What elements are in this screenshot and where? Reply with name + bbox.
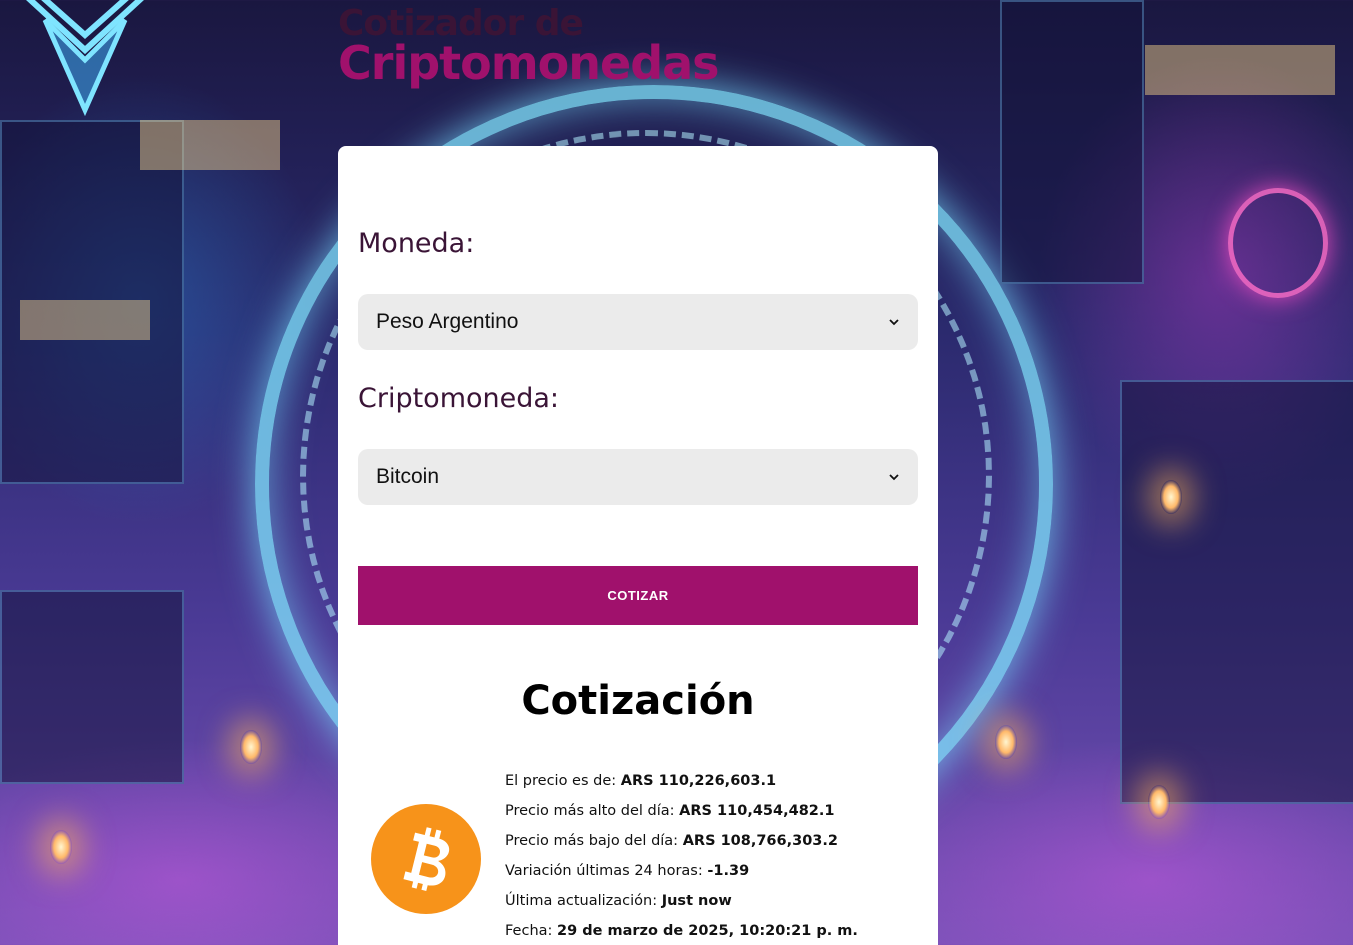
result-row-label: El precio es de: [505, 773, 621, 789]
currency-selected-value: Peso Argentino [376, 310, 519, 333]
background-building [1120, 380, 1353, 804]
result-row-price: El precio es de: ARS 110,226,603.1 [505, 766, 858, 796]
currency-select[interactable]: Peso Argentino [358, 294, 918, 350]
result-row-value: ARS 108,766,303.2 [682, 833, 838, 849]
result-row-high: Precio más alto del día: ARS 110,454,482… [505, 796, 858, 826]
chevron-down-icon [889, 474, 899, 481]
result-row-value: 29 de marzo de 2025, 10:20:21 p. m. [557, 923, 858, 939]
background-window [140, 120, 280, 170]
result-row-low: Precio más bajo del día: ARS 108,766,303… [505, 826, 858, 856]
background-building [1000, 0, 1144, 284]
result-row-label: Última actualización: [505, 893, 662, 909]
result-row-value: Just now [661, 893, 732, 909]
crypto-label: Criptomoneda: [358, 383, 560, 414]
currency-label: Moneda: [358, 228, 475, 259]
result-row-label: Variación últimas 24 horas: [505, 863, 708, 879]
result-row-label: Precio más alto del día: [505, 803, 680, 819]
bitcoin-logo-icon [371, 804, 481, 914]
crypto-selected-value: Bitcoin [376, 465, 440, 488]
result-row-date: Fecha: 29 de marzo de 2025, 10:20:21 p. … [505, 916, 858, 945]
background-lamp [240, 730, 262, 764]
result-row-label: Precio más bajo del día: [505, 833, 683, 849]
page-title-line2: Criptomonedas [338, 36, 720, 90]
result-details: El precio es de: ARS 110,226,603.1 Preci… [505, 766, 858, 945]
background-window [20, 300, 150, 340]
cotizar-button[interactable]: COTIZAR [358, 566, 918, 625]
result-row-value: ARS 110,226,603.1 [620, 773, 777, 789]
background-neon-coin-icon [1228, 188, 1328, 298]
result-row-value: ARS 110,454,482.1 [679, 803, 835, 819]
result-heading: Cotización [521, 678, 755, 724]
chevron-down-icon [889, 319, 899, 326]
background-window [1145, 45, 1335, 95]
background-lamp [1160, 480, 1182, 514]
background-building [0, 590, 184, 784]
background-lamp [1148, 785, 1170, 819]
crypto-select[interactable]: Bitcoin [358, 449, 918, 505]
result-row-updated: Última actualización: Just now [505, 886, 858, 916]
quote-card: Moneda: Peso Argentino Criptomoneda: Bit… [338, 146, 938, 945]
result-row-label: Fecha: [505, 923, 558, 939]
background-chevron-logo-icon [26, 0, 144, 117]
background-lamp [50, 830, 72, 864]
result-row-change: Variación últimas 24 horas: -1.39 [505, 856, 858, 886]
background-lamp [995, 725, 1017, 759]
result-row-value: -1.39 [707, 863, 750, 879]
page-title: Cotizador de Criptomonedas [338, 6, 720, 90]
